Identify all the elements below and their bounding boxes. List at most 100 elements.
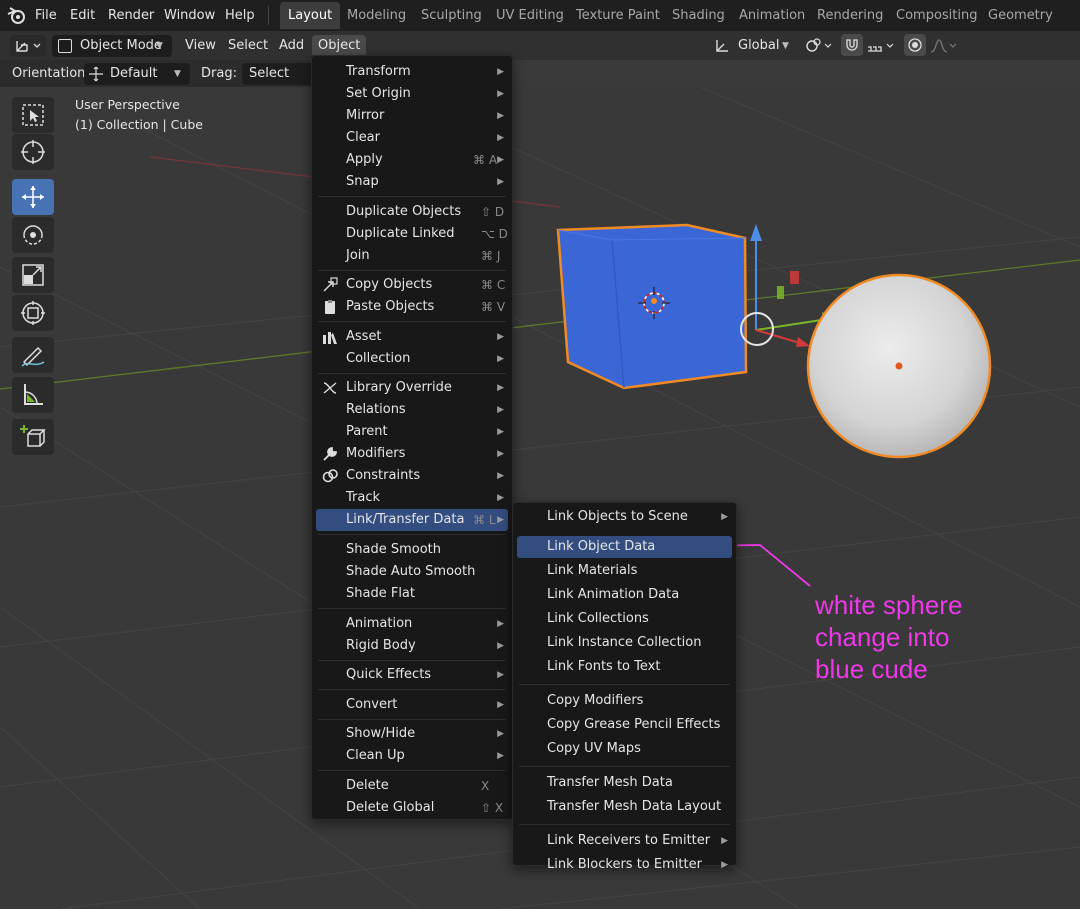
menu-separator: [318, 321, 506, 323]
submenu-item-copy-modifiers[interactable]: Copy Modifiers: [517, 690, 732, 712]
tool-cursor[interactable]: [12, 134, 54, 170]
snap-target-select[interactable]: [866, 35, 898, 57]
menu-help[interactable]: Help: [225, 0, 255, 31]
tool-select-box[interactable]: [12, 97, 54, 133]
menu-item-track[interactable]: Track ▶: [316, 487, 508, 509]
submenu-item-link-collections[interactable]: Link Collections: [517, 608, 732, 630]
menu-item-rigid-body[interactable]: Rigid Body ▶: [316, 635, 508, 657]
transform-orientation-select[interactable]: Global ▼: [712, 35, 796, 57]
menu-item-modifiers[interactable]: Modifiers ▶: [316, 443, 508, 465]
submenu-item-link-instance-collection[interactable]: Link Instance Collection: [517, 632, 732, 654]
menu-item-paste-objects[interactable]: Paste Objects ⌘ V: [316, 296, 508, 318]
submenu-item-copy-grease-pencil-effects[interactable]: Copy Grease Pencil Effects: [517, 714, 732, 736]
menu-separator: [318, 770, 506, 772]
menu-item-clear[interactable]: Clear ▶: [316, 127, 508, 149]
submenu-arrow-icon: ▶: [497, 67, 504, 77]
tab-uv-editing[interactable]: UV Editing: [488, 2, 572, 29]
menu-window[interactable]: Window: [164, 0, 215, 31]
menu-item-apply[interactable]: Apply ⌘ A ▶: [316, 149, 508, 171]
submenu-item-link-animation-data[interactable]: Link Animation Data: [517, 584, 732, 606]
tool-move[interactable]: [12, 179, 54, 215]
menu-object[interactable]: Object: [312, 35, 367, 57]
move-icon: [22, 186, 44, 208]
tool-scale[interactable]: [12, 257, 54, 293]
menu-item-mirror[interactable]: Mirror ▶: [316, 105, 508, 127]
menu-item-show-hide[interactable]: Show/Hide ▶: [316, 723, 508, 745]
menu-item-snap[interactable]: Snap ▶: [316, 171, 508, 193]
sphere-object[interactable]: [804, 271, 994, 461]
menu-item-convert[interactable]: Convert ▶: [316, 694, 508, 716]
asset-icon: [322, 329, 338, 345]
tab-rendering[interactable]: Rendering: [809, 2, 891, 29]
orientation-select[interactable]: Default ▼: [84, 63, 190, 85]
submenu-item-transfer-mesh-data-layout[interactable]: Transfer Mesh Data Layout: [517, 796, 732, 818]
menu-item-join[interactable]: Join ⌘ J: [316, 245, 508, 267]
menu-add[interactable]: Add: [279, 35, 304, 57]
tab-compositing[interactable]: Compositing: [888, 2, 986, 29]
tool-settings-bar: Orientation: Default ▼ Drag: Select Box: [0, 60, 315, 103]
tab-texture-paint[interactable]: Texture Paint: [568, 2, 668, 29]
menu-render[interactable]: Render: [108, 0, 154, 31]
submenu-item-transfer-mesh-data[interactable]: Transfer Mesh Data: [517, 772, 732, 794]
menu-item-quick-effects[interactable]: Quick Effects ▶: [316, 664, 508, 686]
tool-transform[interactable]: [12, 295, 54, 331]
menu-item-duplicate-objects[interactable]: Duplicate Objects ⇧ D: [316, 201, 508, 223]
menu-item-shade-auto-smooth[interactable]: Shade Auto Smooth: [316, 561, 508, 583]
menu-select[interactable]: Select: [228, 35, 268, 57]
menu-item-asset[interactable]: Asset ▶: [316, 326, 508, 348]
tool-rotate[interactable]: [12, 217, 54, 253]
snap-toggle[interactable]: [841, 34, 863, 56]
tool-annotate[interactable]: [12, 337, 54, 373]
editor-type-button[interactable]: [10, 35, 46, 57]
tab-shading[interactable]: Shading: [664, 2, 733, 29]
menu-item-constraints[interactable]: Constraints ▶: [316, 465, 508, 487]
menu-item-library-override[interactable]: Library Override ▶: [316, 377, 508, 399]
proportional-editing-icon: [908, 38, 922, 52]
menu-item-relations[interactable]: Relations ▶: [316, 399, 508, 421]
menu-item-animation[interactable]: Animation ▶: [316, 613, 508, 635]
menu-file[interactable]: File: [35, 0, 57, 31]
submenu-item-link-objects-to-scene[interactable]: Link Objects to Scene ▶: [517, 506, 732, 528]
mode-select[interactable]: Object Mode ▼: [52, 35, 172, 57]
menu-item-label: Duplicate Linked: [346, 225, 455, 241]
tab-animation[interactable]: Animation: [731, 2, 813, 29]
submenu-item-link-object-data[interactable]: Link Object Data: [517, 536, 732, 558]
annotation-line-1: white sphere: [815, 590, 963, 620]
menu-edit[interactable]: Edit: [70, 0, 95, 31]
menu-item-label: Transform: [346, 64, 411, 79]
submenu-item-link-receivers-to-emitter[interactable]: Link Receivers to Emitter ▶: [517, 830, 732, 852]
proportional-editing-toggle[interactable]: [904, 34, 926, 56]
menu-item-shade-smooth[interactable]: Shade Smooth: [316, 539, 508, 561]
submenu-item-link-materials[interactable]: Link Materials: [517, 560, 732, 582]
menu-item-duplicate-linked[interactable]: Duplicate Linked ⌥ D: [316, 223, 508, 245]
tab-geometry-nodes[interactable]: Geometry Nodes: [980, 2, 1080, 50]
falloff-select[interactable]: [930, 35, 958, 57]
tool-measure[interactable]: [12, 377, 54, 413]
menu-item-delete-global[interactable]: Delete Global ⇧ X: [316, 797, 508, 819]
menu-item-link-transfer-data[interactable]: Link/Transfer Data ⌘ L ▶: [316, 509, 508, 532]
submenu-item-link-fonts-to-text[interactable]: Link Fonts to Text: [517, 656, 732, 678]
menu-item-shade-flat[interactable]: Shade Flat: [316, 583, 508, 605]
tab-sculpting[interactable]: Sculpting: [413, 2, 490, 29]
menu-view[interactable]: View: [185, 35, 216, 57]
menu-separator: [519, 684, 730, 685]
menu-item-transform[interactable]: Transform ▶: [316, 61, 508, 83]
menu-item-delete[interactable]: Delete X: [316, 775, 508, 797]
submenu-arrow-icon: ▶: [497, 515, 504, 526]
tab-modeling[interactable]: Modeling: [339, 2, 414, 29]
menu-item-collection[interactable]: Collection ▶: [316, 348, 508, 370]
drag-select[interactable]: Select Box: [242, 63, 315, 103]
menu-item-parent[interactable]: Parent ▶: [316, 421, 508, 443]
scale-icon: [22, 264, 44, 286]
menu-item-copy-objects[interactable]: Copy Objects ⌘ C: [316, 274, 508, 296]
menu-separator: [318, 534, 506, 536]
submenu-item-label: Link Collections: [547, 611, 649, 626]
submenu-item-copy-uv-maps[interactable]: Copy UV Maps: [517, 738, 732, 760]
pivot-point-button[interactable]: [804, 35, 834, 57]
menu-item-clean-up[interactable]: Clean Up ▶: [316, 745, 508, 767]
blender-logo-icon[interactable]: [6, 6, 26, 25]
submenu-item-link-blockers-to-emitter[interactable]: Link Blockers to Emitter ▶: [517, 854, 732, 876]
tab-layout[interactable]: Layout: [280, 2, 341, 29]
menu-item-set-origin[interactable]: Set Origin ▶: [316, 83, 508, 105]
tool-add-cube[interactable]: [12, 419, 54, 455]
